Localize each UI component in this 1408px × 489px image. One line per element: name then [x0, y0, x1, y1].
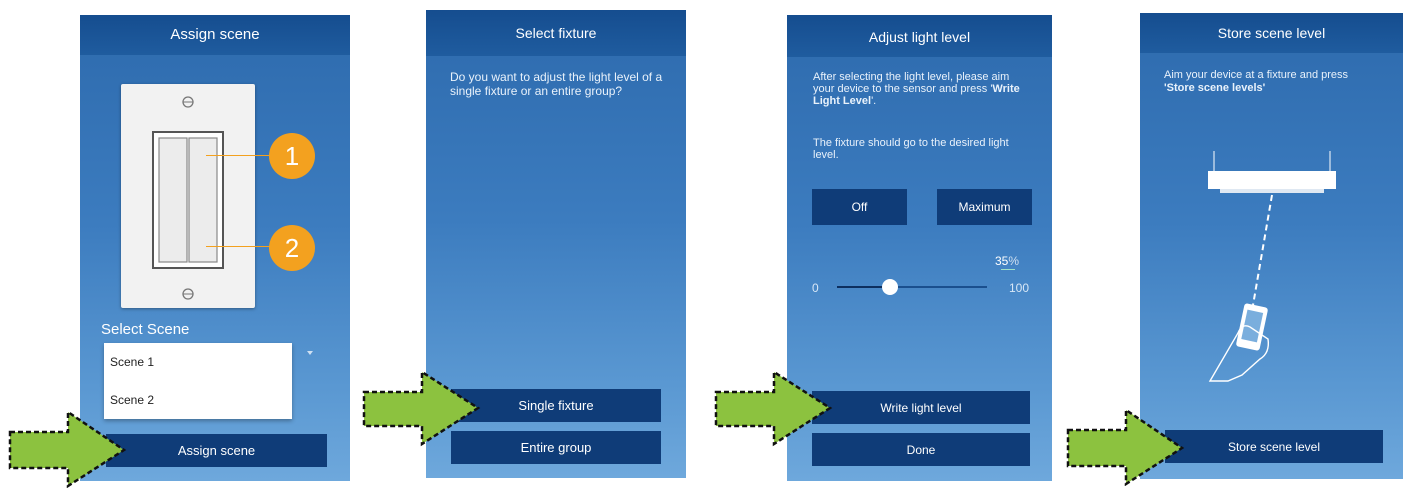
assign-scene-button[interactable]: Assign scene [106, 434, 327, 467]
screen-header: Assign scene [80, 15, 350, 55]
badge-button-2: 2 [269, 225, 315, 271]
prompt-bold-text: 'Store scene levels' [1164, 82, 1266, 94]
light-level-prompt: After selecting the light level, please … [813, 71, 1027, 107]
pointer-arrow-icon [1066, 407, 1185, 486]
light-level-slider[interactable] [837, 279, 987, 295]
write-light-level-button[interactable]: Write light level [812, 391, 1030, 424]
store-scene-level-button[interactable]: Store scene level [1165, 430, 1383, 463]
pointer-arrow-icon [714, 369, 833, 447]
off-button[interactable]: Off [812, 189, 907, 225]
maximum-button[interactable]: Maximum [937, 189, 1032, 225]
select-scene-label: Select Scene [101, 321, 190, 338]
pointer-arrow-icon [362, 369, 481, 447]
screen-header: Select fixture [426, 10, 686, 56]
prompt-text-end: '. [871, 95, 877, 107]
pointer-arrow-icon [8, 409, 127, 488]
light-level-note: The fixture should go to the desired lig… [813, 137, 1009, 161]
dropdown-option-scene-2[interactable]: Scene 2 [104, 381, 292, 419]
screen-header: Adjust light level [787, 15, 1052, 57]
switch-drawing [152, 96, 224, 300]
slider-max-label: 100 [1009, 281, 1030, 295]
dropdown-caret-icon[interactable] [307, 351, 313, 355]
leader-line-2 [206, 246, 270, 247]
badge-button-1: 1 [269, 133, 315, 179]
slider-min-label: 0 [812, 281, 819, 295]
slider-value-underline [1001, 269, 1015, 270]
done-button[interactable]: Done [812, 433, 1030, 466]
slider-unit: % [1008, 254, 1020, 268]
ir-beam-line [1251, 194, 1273, 312]
fixture-aim-illustration [1208, 151, 1336, 382]
ceiling-fixture-icon [1208, 151, 1336, 193]
screen-header: Store scene level [1140, 13, 1403, 53]
dropdown-option-scene-1[interactable]: Scene 1 [104, 343, 292, 381]
scene-dropdown-list[interactable]: Scene 1 Scene 2 [104, 343, 292, 419]
prompt-text: Aim your device at a fixture and press [1164, 69, 1349, 81]
slider-value: 35 [995, 254, 1009, 268]
prompt-text: After selecting the light level, please … [813, 71, 1010, 95]
slider-thumb[interactable] [881, 279, 898, 295]
select-fixture-prompt: Do you want to adjust the light level of… [450, 70, 663, 98]
store-scene-prompt: Aim your device at a fixture and press '… [1164, 69, 1394, 95]
hand-phone-icon [1208, 303, 1270, 382]
wall-switch-icon [121, 84, 255, 308]
leader-line-1 [206, 155, 270, 156]
slider-value-readout: 35% [995, 254, 1019, 268]
